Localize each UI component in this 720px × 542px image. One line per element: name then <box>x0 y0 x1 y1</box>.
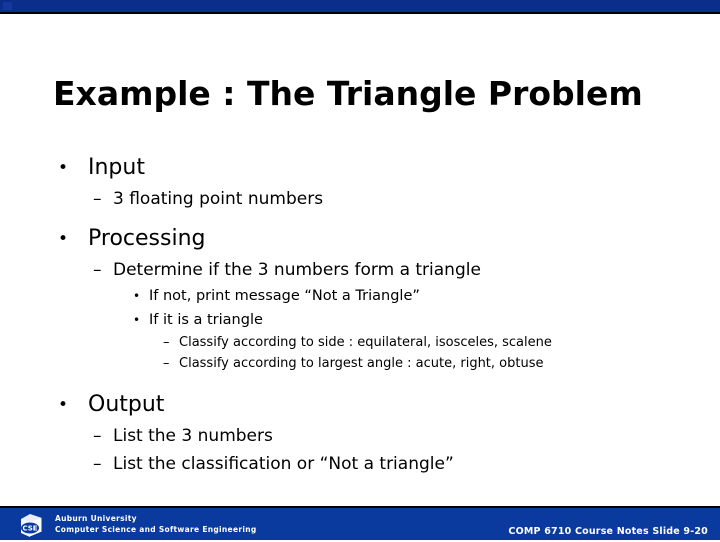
outline-item-level-3: • If not, print message “Not a Triangle” <box>0 285 720 309</box>
outline-item-text: If it is a triangle <box>149 312 263 328</box>
bullet-icon: • <box>133 313 141 327</box>
outline-item-level-4: – Classify according to side : equilatera… <box>0 333 720 354</box>
bullet-icon: • <box>133 289 141 303</box>
footer-slide-reference: COMP 6710 Course Notes Slide 9-20 <box>508 526 708 537</box>
outline-item-level-2: – List the 3 numbers <box>0 423 720 451</box>
dash-icon: – <box>93 454 102 474</box>
outline-item-text: Output <box>88 392 165 417</box>
cse-cube-logo-icon: CSE <box>16 512 46 538</box>
outline-item-level-4: – Classify according to largest angle : a… <box>0 354 720 375</box>
outline-item-text: Determine if the 3 numbers form a triang… <box>113 260 481 280</box>
outline-item-text: Classify according to side : equilateral… <box>179 335 552 350</box>
slide-title: Example : The Triangle Problem <box>53 74 643 113</box>
svg-text:CSE: CSE <box>22 525 37 533</box>
dash-icon: – <box>93 260 102 280</box>
outline-item-level-2: –3 floating point numbers <box>0 186 720 214</box>
outline-item-level-2: – List the classification or “Not a trian… <box>0 451 720 479</box>
dash-icon: – <box>163 335 170 350</box>
outline-item-text: Processing <box>88 226 206 251</box>
outline-item-text: Classify according to largest angle : ac… <box>179 356 544 371</box>
footer-organization-block: Auburn University Computer Science and S… <box>55 513 257 535</box>
outline-item-level-1: • Processing <box>0 223 720 257</box>
top-band-notch <box>3 2 12 10</box>
slide-body-outline: • Input –3 floating point numbers • Processi… <box>0 152 720 479</box>
outline-item-text: Input <box>88 155 145 180</box>
dash-icon: – <box>163 356 170 371</box>
footer-department: Computer Science and Software Engineerin… <box>55 525 257 534</box>
bullet-icon: • <box>58 395 69 415</box>
outline-item-text: 3 floating point numbers <box>113 189 324 209</box>
bullet-icon: • <box>58 158 69 178</box>
outline-item-text: List the 3 numbers <box>113 426 273 446</box>
footer-organization: Auburn University <box>55 514 137 523</box>
dash-icon: – <box>93 426 102 446</box>
outline-item-level-1: • Input <box>0 152 720 186</box>
outline-item-text: List the classification or “Not a triang… <box>113 454 454 474</box>
outline-item-level-1: • Output <box>0 389 720 423</box>
outline-item-level-3: • If it is a triangle <box>0 309 720 333</box>
dash-icon: – <box>93 189 102 209</box>
bullet-icon: • <box>58 229 69 249</box>
outline-item-level-2: – Determine if the 3 numbers form a trian… <box>0 257 720 285</box>
outline-item-text: If not, print message “Not a Triangle” <box>149 288 420 304</box>
slide-footer: CSE Auburn University Computer Science a… <box>0 506 720 540</box>
top-decorative-band <box>0 0 720 14</box>
slide: Example : The Triangle Problem • Input –3 … <box>0 0 720 540</box>
